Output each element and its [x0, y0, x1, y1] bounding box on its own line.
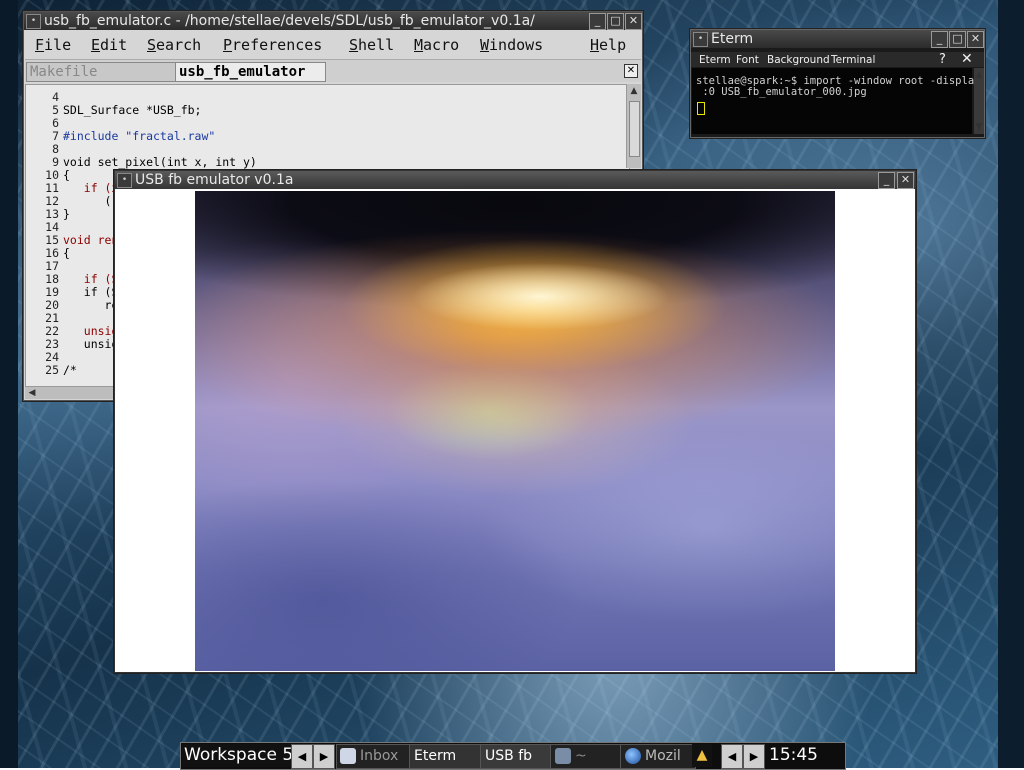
workspace-label: Workspace 5: [182, 744, 292, 767]
code-text: {: [63, 168, 70, 182]
terminal-scrollbar[interactable]: ▲ ▼: [974, 68, 984, 134]
minimize-icon[interactable]: _: [878, 172, 895, 189]
fractal-image: [195, 191, 835, 671]
code-text: /*: [63, 363, 77, 377]
code-text: if (S: [63, 272, 119, 286]
task-prev-button[interactable]: ◀: [721, 744, 743, 769]
menu-search[interactable]: Search: [147, 36, 201, 54]
code-text: (: [63, 194, 112, 208]
eterm-titlebar[interactable]: • Eterm _ □ ✕: [691, 30, 984, 48]
window-menu-icon[interactable]: •: [117, 173, 132, 188]
code-text: if (x: [63, 181, 119, 195]
code-text: re: [63, 298, 119, 312]
menu-font[interactable]: Font: [736, 54, 759, 66]
tab-makefile[interactable]: Makefile: [26, 62, 176, 82]
editor-menubar: File Edit Search Preferences Shell Macro…: [24, 32, 642, 56]
terminal-icon: [555, 748, 571, 764]
mail-icon: [340, 748, 356, 764]
scroll-up-icon[interactable]: ▲: [974, 70, 984, 80]
clock: 15:45: [767, 744, 843, 767]
code-text: }: [63, 207, 70, 221]
editor-tab-bar: Makefile usb_fb_emulator ✕: [25, 59, 641, 82]
window-menu-icon[interactable]: •: [26, 14, 41, 29]
desktop-edge-left: [0, 0, 18, 768]
menu-terminal[interactable]: Terminal: [831, 54, 875, 66]
code-text: void set_pixel(int x, int y): [63, 155, 257, 169]
menu-file[interactable]: File: [35, 36, 71, 54]
task-usb-fb[interactable]: USB fb: [480, 744, 556, 769]
task-label: ~: [575, 748, 587, 764]
eterm-window: • Eterm _ □ ✕ Eterm Font Background Term…: [690, 29, 985, 138]
emulator-title: USB fb emulator v0.1a: [135, 172, 294, 188]
task-home[interactable]: ~: [550, 744, 624, 769]
close-icon[interactable]: ✕: [625, 13, 642, 30]
task-mozilla[interactable]: Mozil: [620, 744, 696, 769]
task-eterm[interactable]: Eterm: [409, 744, 485, 769]
scroll-down-icon[interactable]: ▼: [974, 122, 984, 132]
close-tab-icon[interactable]: ✕: [624, 64, 638, 78]
scroll-left-icon[interactable]: ◀: [27, 388, 37, 398]
menu-eterm[interactable]: Eterm: [699, 54, 731, 66]
code-line: 9 void set_pixel(int x, int y): [26, 156, 257, 169]
maximize-icon[interactable]: □: [949, 31, 966, 48]
terminal-line: :0 USB_fb_emulator_000.jpg: [696, 86, 867, 98]
code-text: void ren: [63, 233, 119, 247]
close-icon[interactable]: ✕: [961, 51, 973, 67]
menu-background[interactable]: Background: [767, 54, 830, 66]
editor-horizontal-scrollbar[interactable]: ◀: [25, 386, 116, 399]
task-label: Inbox: [360, 748, 399, 764]
flame-icon[interactable]: ▲: [692, 744, 712, 767]
code-text: #include "fractal.raw": [63, 129, 216, 143]
code-text: {: [63, 246, 70, 260]
eterm-menubar: Eterm Font Background Terminal ? ✕: [691, 51, 984, 67]
code-line: 25 /*: [26, 364, 77, 377]
help-button[interactable]: ?: [939, 52, 946, 67]
code-line: 23 unsig: [26, 338, 118, 351]
task-label: Mozil: [645, 748, 681, 764]
code-text: unsig: [63, 337, 119, 351]
close-icon[interactable]: ✕: [967, 31, 984, 48]
close-icon[interactable]: ✕: [897, 172, 914, 189]
emulator-window: • USB fb emulator v0.1a _ ✕: [114, 170, 916, 673]
tab-usb-fb-emulator[interactable]: usb_fb_emulator: [175, 62, 326, 82]
menu-help[interactable]: Help: [590, 36, 626, 54]
menu-windows[interactable]: Windows: [480, 36, 543, 54]
code-line: 15 void ren: [26, 234, 118, 247]
scroll-up-icon[interactable]: ▲: [629, 86, 639, 96]
task-inbox[interactable]: Inbox: [336, 744, 410, 769]
code-text: unsig: [63, 324, 119, 338]
code-text: if (S: [63, 285, 119, 299]
code-line: 20 re: [26, 299, 118, 312]
menu-macro[interactable]: Macro: [414, 36, 459, 54]
emulator-titlebar[interactable]: • USB fb emulator v0.1a _ ✕: [115, 171, 915, 189]
editor-vertical-scrollbar[interactable]: ▲: [626, 84, 641, 168]
window-menu-icon[interactable]: •: [693, 32, 708, 47]
workspace-prev-button[interactable]: ◀: [291, 744, 313, 769]
menu-edit[interactable]: Edit: [91, 36, 127, 54]
maximize-icon[interactable]: □: [607, 13, 624, 30]
eterm-title: Eterm: [711, 31, 754, 47]
line-number: 25: [45, 363, 59, 377]
minimize-icon[interactable]: _: [589, 13, 606, 30]
editor-titlebar[interactable]: • usb_fb_emulator.c - /home/stellae/deve…: [24, 12, 642, 30]
globe-icon: [625, 748, 641, 764]
desktop-edge-right: [998, 0, 1024, 768]
workspace-next-button[interactable]: ▶: [313, 744, 335, 769]
editor-title: usb_fb_emulator.c - /home/stellae/devels…: [44, 13, 535, 29]
taskbar: Workspace 5 ◀ ▶ Inbox Eterm USB fb ~ Moz…: [180, 742, 846, 770]
terminal-cursor: [697, 102, 705, 115]
minimize-icon[interactable]: _: [931, 31, 948, 48]
terminal-output[interactable]: stellae@spark:~$ import -window root -di…: [692, 68, 980, 134]
menu-preferences[interactable]: Preferences: [223, 36, 322, 54]
task-next-button[interactable]: ▶: [743, 744, 765, 769]
code-text: SDL_Surface *USB_fb;: [63, 103, 202, 117]
scroll-thumb[interactable]: [629, 101, 640, 157]
menu-shell[interactable]: Shell: [349, 36, 394, 54]
